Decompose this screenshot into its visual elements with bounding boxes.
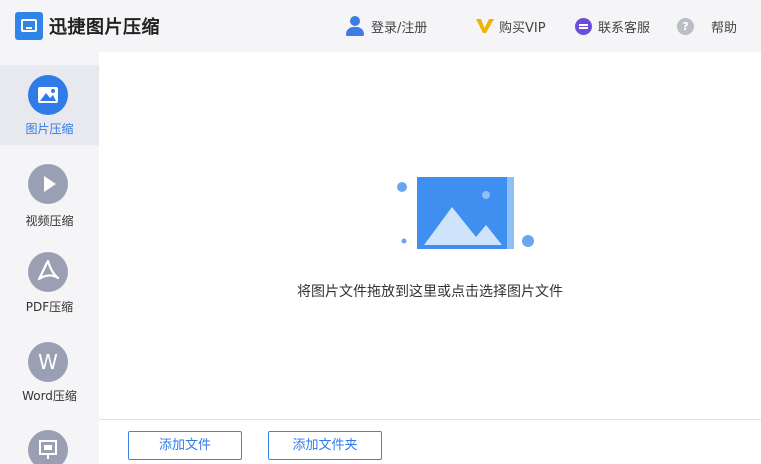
add-folder-button[interactable]: 添加文件夹 (268, 431, 382, 460)
sidebar-item-label: Word压缩 (22, 389, 77, 403)
app-title: 迅捷图片压缩 (49, 17, 160, 38)
sidebar-item-label: PDF压缩 (25, 300, 74, 314)
sidebar-item-ppt-compress[interactable] (0, 420, 99, 464)
user-icon (345, 16, 365, 36)
help-icon: ? (677, 17, 694, 35)
login-label: 登录/注册 (371, 20, 428, 36)
app-logo-icon (15, 12, 43, 40)
drop-hint-text: 将图片文件拖放到这里或点击选择图片文件 (297, 284, 563, 300)
add-file-button[interactable]: 添加文件 (128, 431, 242, 460)
sidebar: 图片压缩 视频压缩 PDF压缩 W Word压缩 (0, 52, 99, 464)
image-placeholder-icon (397, 177, 534, 249)
vip-icon (476, 19, 494, 33)
buy-vip-label: 购买VIP (499, 20, 546, 36)
contact-service-label: 联系客服 (598, 20, 651, 36)
sidebar-item-label: 视频压缩 (25, 214, 74, 228)
word-icon: W (28, 342, 68, 382)
chat-icon (575, 17, 592, 35)
sidebar-item-pdf-compress[interactable]: PDF压缩 (0, 242, 99, 332)
image-icon (28, 75, 68, 115)
sidebar-item-image-compress[interactable]: 图片压缩 (0, 65, 99, 145)
help-label: 帮助 (711, 20, 738, 36)
pdf-icon (28, 252, 68, 292)
sidebar-item-video-compress[interactable]: 视频压缩 (0, 152, 99, 242)
login-button[interactable]: 登录/注册 (345, 15, 427, 37)
help-button[interactable]: ? 帮助 (677, 15, 737, 37)
sidebar-item-word-compress[interactable]: W Word压缩 (0, 332, 99, 422)
presentation-icon (28, 430, 68, 464)
play-icon (28, 164, 68, 204)
buy-vip-button[interactable]: 购买VIP (475, 15, 546, 37)
title-bar: 迅捷图片压缩 登录/注册 购买VIP 联系客服 ? 帮助 (0, 0, 761, 52)
sidebar-item-label: 图片压缩 (25, 122, 74, 136)
contact-service-button[interactable]: 联系客服 (575, 15, 650, 37)
footer-toolbar: 添加文件 添加文件夹 (99, 419, 761, 464)
